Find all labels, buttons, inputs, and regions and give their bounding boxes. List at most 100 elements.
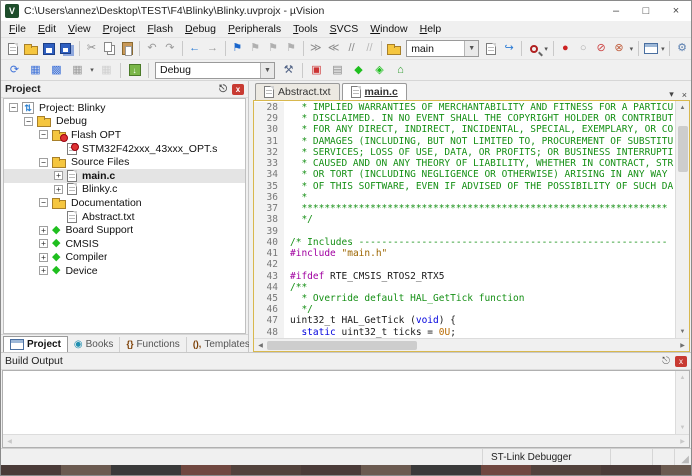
code-line[interactable]: 44/** <box>254 282 675 293</box>
debug-search-icon[interactable] <box>525 40 542 58</box>
project-panel-close-icon[interactable]: x <box>232 84 244 95</box>
code-line[interactable]: 45 * Override default HAL_GetTick functi… <box>254 293 675 304</box>
menu-help[interactable]: Help <box>414 22 448 36</box>
scroll-up-icon[interactable]: ▲ <box>676 371 689 384</box>
maximize-button[interactable]: □ <box>631 1 661 21</box>
code-line[interactable]: 38 */ <box>254 214 675 225</box>
navigate-forward-icon[interactable]: → <box>204 40 221 58</box>
editor-tab-abstract-txt[interactable]: Abstract.txt <box>255 83 340 100</box>
tab-close-icon[interactable]: × <box>678 90 691 100</box>
menu-edit[interactable]: Edit <box>32 22 62 36</box>
tree-item-device[interactable]: +◆Device <box>4 264 245 278</box>
code-line[interactable]: 36 * <box>254 192 675 203</box>
copy-icon[interactable] <box>101 40 118 58</box>
save-icon[interactable] <box>40 40 57 58</box>
tree-expander-icon[interactable]: + <box>39 239 48 248</box>
tab-list-dropdown-icon[interactable]: ▾ <box>665 89 678 100</box>
menu-project[interactable]: Project <box>97 22 142 36</box>
close-button[interactable]: × <box>661 1 691 21</box>
code-line[interactable]: 37 *************************************… <box>254 203 675 214</box>
tree-item-debug[interactable]: −Debug <box>4 115 245 129</box>
file-extensions-icon[interactable]: ▤ <box>328 61 348 79</box>
code-line[interactable]: 46 */ <box>254 304 675 315</box>
code-view[interactable]: 28 * IMPLIED WARRANTIES OF MERCHANTABILI… <box>254 101 675 338</box>
tree-item-documentation[interactable]: −Documentation <box>4 196 245 210</box>
tab-templates[interactable]: (),Templates <box>187 337 257 352</box>
manage-rte-icon[interactable]: ◆ <box>349 61 369 79</box>
tree-item-flash-opt[interactable]: −Flash OPT <box>4 128 245 142</box>
uncomment-icon[interactable]: // <box>361 40 378 58</box>
prev-bookmark-icon[interactable]: ⚑ <box>247 40 264 58</box>
editor-vertical-scrollbar[interactable]: ▲ ▼ <box>675 101 689 338</box>
code-line[interactable]: 42 <box>254 259 675 270</box>
toggle-breakpoint-icon[interactable]: ● <box>557 40 574 58</box>
editor-horizontal-scrollbar[interactable]: ◀ ▶ <box>254 338 689 351</box>
menu-flash[interactable]: Flash <box>141 22 179 36</box>
code-line[interactable]: 40/* Includes --------------------------… <box>254 237 675 248</box>
minimize-button[interactable]: – <box>601 1 631 21</box>
tree-expander-icon[interactable]: + <box>39 253 48 262</box>
find-combo[interactable]: main▼ <box>406 40 479 57</box>
options-for-target-icon[interactable]: ⚒ <box>279 61 299 79</box>
build-output-horizontal-scrollbar[interactable]: ◀ ▶ <box>3 434 689 447</box>
insert-bookmark-icon[interactable]: ⚑ <box>229 40 246 58</box>
enable-breakpoint-icon[interactable]: ○ <box>575 40 592 58</box>
tree-expander-icon[interactable]: − <box>39 130 48 139</box>
code-line[interactable]: 29 * DISCLAIMED. IN NO EVENT SHALL THE C… <box>254 113 675 124</box>
incremental-find-icon[interactable]: ↪ <box>501 40 518 58</box>
find-document-icon[interactable] <box>483 40 500 58</box>
scroll-down-icon[interactable]: ▼ <box>676 325 689 338</box>
rebuild-icon[interactable]: ▩ <box>47 61 67 79</box>
indent-icon[interactable]: ≫ <box>307 40 324 58</box>
target-select-combo[interactable]: Debug▼ <box>155 62 275 79</box>
menu-view[interactable]: View <box>62 22 97 36</box>
save-all-icon[interactable] <box>58 40 75 58</box>
pin-icon[interactable]: ⎋ <box>216 84 230 95</box>
tree-expander-icon[interactable]: + <box>39 266 48 275</box>
debug-search-dropdown[interactable]: ▾ <box>543 45 550 53</box>
translate-icon[interactable]: ⟳ <box>5 61 25 79</box>
tree-expander-icon[interactable]: − <box>9 103 18 112</box>
menu-debug[interactable]: Debug <box>179 22 222 36</box>
redo-icon[interactable]: ↷ <box>161 40 178 58</box>
code-line[interactable]: 33 * CAUSED AND ON ANY THEORY OF LIABILI… <box>254 158 675 169</box>
outdent-icon[interactable]: ≪ <box>325 40 342 58</box>
pin-icon[interactable]: ⎋ <box>659 356 673 367</box>
code-line[interactable]: 34 * OR TORT (INCLUDING NEGLIGENCE OR OT… <box>254 169 675 180</box>
batch-build-dropdown[interactable]: ▾ <box>88 66 96 74</box>
tree-item-project-blinky[interactable]: −⇅Project: Blinky <box>4 101 245 115</box>
code-line[interactable]: 48 static uint32_t ticks = 0U; <box>254 327 675 338</box>
hscroll-thumb[interactable] <box>267 341 417 350</box>
find-combo-dropdown-icon[interactable]: ▼ <box>464 41 478 56</box>
tree-expander-icon[interactable]: − <box>39 198 48 207</box>
code-line[interactable]: 39 <box>254 226 675 237</box>
code-line[interactable]: 30 * FOR ANY DIRECT, INDIRECT, INCIDENTA… <box>254 124 675 135</box>
tree-item-compiler[interactable]: +◆Compiler <box>4 251 245 265</box>
build-output-close-icon[interactable]: x <box>675 356 687 367</box>
tree-item-main-c[interactable]: +main.c <box>4 169 245 183</box>
tab-books[interactable]: ◉Books <box>68 337 121 352</box>
tree-expander-icon[interactable]: + <box>54 185 63 194</box>
tree-expander-icon[interactable]: + <box>54 171 63 180</box>
undo-icon[interactable]: ↶ <box>144 40 161 58</box>
tree-item-cmsis[interactable]: +◆CMSIS <box>4 237 245 251</box>
tree-expander-icon[interactable]: − <box>39 158 48 167</box>
menu-svcs[interactable]: SVCS <box>324 22 365 36</box>
editor-tab-main-c[interactable]: main.c <box>342 83 407 100</box>
scroll-down-icon[interactable]: ▼ <box>676 421 689 434</box>
breakpoints-dropdown[interactable]: ▾ <box>628 45 635 53</box>
scroll-right-icon[interactable]: ▶ <box>676 339 689 352</box>
vscroll-thumb[interactable] <box>678 126 688 172</box>
paste-icon[interactable] <box>119 40 136 58</box>
comment-icon[interactable]: // <box>343 40 360 58</box>
resize-grip[interactable]: ◢ <box>675 449 691 465</box>
pack-installer-icon[interactable]: ⌂ <box>391 61 411 79</box>
scroll-left-icon[interactable]: ◀ <box>3 435 16 448</box>
tab-functions[interactable]: {}Functions <box>120 337 186 352</box>
code-line[interactable]: 31 * DAMAGES (INCLUDING, BUT NOT LIMITED… <box>254 136 675 147</box>
clear-bookmarks-icon[interactable]: ⚑ <box>283 40 300 58</box>
tree-expander-icon[interactable]: − <box>24 117 33 126</box>
target-select-combo-dropdown-icon[interactable]: ▼ <box>260 63 274 78</box>
build-output-vertical-scrollbar[interactable]: ▲ ▼ <box>675 371 689 434</box>
tree-item-blinky-c[interactable]: +Blinky.c <box>4 183 245 197</box>
